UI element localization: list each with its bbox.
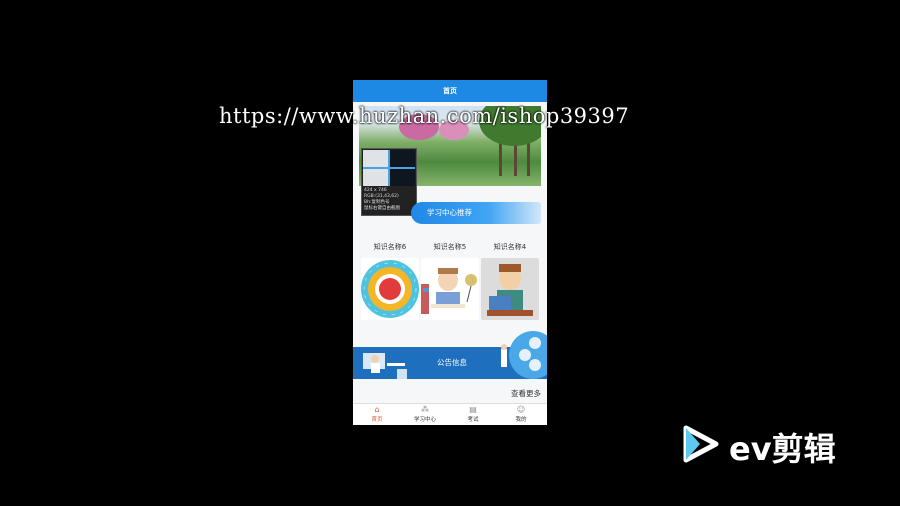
recommend-section-title: 学习中心推荐 (411, 202, 541, 224)
user-icon: ☺ (516, 405, 526, 414)
knowledge-card-label: 知识名称4 (493, 243, 527, 251)
knowledge-card[interactable]: 知识名称5 (421, 242, 479, 320)
phone-screen: 首页 424 x 746 RGB:(31,43,62) Bh:复制色号 鼠标右键… (353, 80, 547, 425)
knowledge-card-label: 知识名称6 (373, 243, 407, 251)
desk-illustration (363, 353, 407, 379)
magnifier-preview (363, 150, 415, 186)
tab-home[interactable]: ⌂ 首页 (353, 405, 401, 423)
knowledge-card[interactable]: 知识名称6 (361, 242, 419, 320)
tab-label: 考试 (467, 417, 479, 423)
ev-play-logo-icon (683, 425, 719, 463)
knowledge-card-label: 知识名称5 (433, 243, 467, 251)
knowledge-card[interactable]: 知识名称4 (481, 242, 539, 320)
view-more-link[interactable]: 查看更多 (511, 388, 541, 399)
carousel-indicator[interactable] (439, 176, 460, 186)
knowledge-thumbnail[interactable] (481, 258, 539, 320)
tab-mine[interactable]: ☺ 我的 (497, 405, 545, 423)
knowledge-thumbnail[interactable] (361, 258, 419, 320)
home-icon: ⌂ (374, 405, 380, 414)
grid-icon: ⁂ (421, 405, 429, 414)
tab-label: 我的 (515, 417, 527, 423)
knowledge-thumbnail[interactable] (421, 258, 479, 320)
tooltip-hint-capture: 鼠标右键自由截图 (364, 206, 400, 211)
page-title: 首页 (353, 80, 547, 102)
tab-label: 学习中心 (413, 417, 436, 423)
bottom-tab-bar: ⌂ 首页 ⁂ 学习中心 ▤ 考试 ☺ 我的 (353, 403, 547, 425)
recommend-title-text: 学习中心推荐 (427, 208, 472, 217)
notice-banner[interactable]: 公告信息 (353, 331, 547, 379)
tab-exam[interactable]: ▤ 考试 (449, 405, 497, 423)
exam-icon: ▤ (469, 405, 477, 414)
notice-illustration (501, 331, 547, 379)
notice-title: 公告信息 (437, 358, 467, 367)
url-watermark: https://www.huzhan.com/ishop39397 (219, 104, 630, 128)
tab-label: 首页 (371, 417, 383, 423)
ev-brand-logo: ev剪辑 (729, 430, 836, 468)
screenshot-tooltip: 424 x 746 RGB:(31,43,62) Bh:复制色号 鼠标右键自由截… (361, 148, 417, 216)
tab-study-center[interactable]: ⁂ 学习中心 (401, 405, 449, 423)
